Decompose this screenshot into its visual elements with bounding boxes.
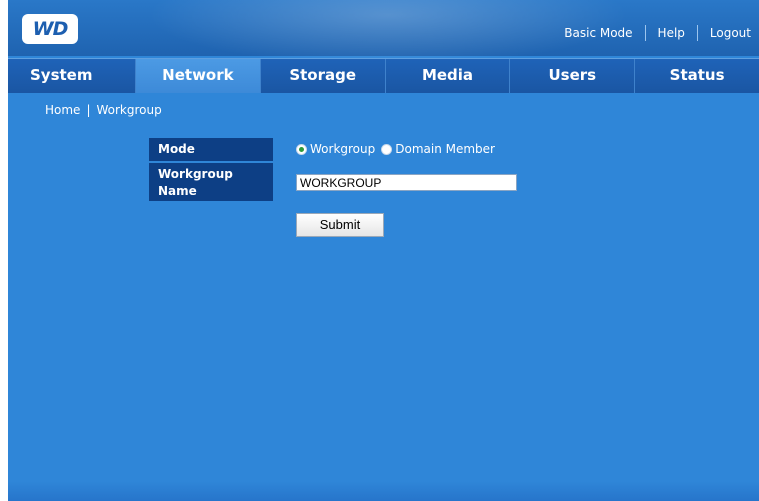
top-links: Basic Mode Help Logout [564, 25, 751, 41]
workgroup-radio-label[interactable]: Workgroup [310, 142, 375, 156]
tab-status[interactable]: Status [635, 59, 759, 93]
tab-storage[interactable]: Storage [261, 59, 386, 93]
breadcrumb-separator: | [86, 103, 91, 117]
basic-mode-link[interactable]: Basic Mode [564, 26, 632, 40]
header-bar: WD Basic Mode Help Logout [8, 0, 759, 70]
workgroup-name-label-line1: Workgroup [158, 167, 233, 181]
top-link-divider [644, 25, 646, 41]
mode-label: Mode [149, 138, 273, 161]
help-link[interactable]: Help [658, 26, 685, 40]
logout-link[interactable]: Logout [710, 26, 751, 40]
wd-logo-text: WD [32, 18, 69, 40]
domain-member-radio-label[interactable]: Domain Member [395, 142, 495, 156]
breadcrumb-current: Workgroup [96, 103, 162, 117]
main-nav: System Network Storage Media Users Statu… [8, 58, 759, 93]
top-link-divider [696, 25, 698, 41]
tab-system[interactable]: System [8, 59, 136, 93]
workgroup-name-label-line2: Name [158, 184, 197, 198]
wd-logo[interactable]: WD [22, 14, 78, 44]
breadcrumb: Home | Workgroup [45, 103, 162, 117]
mode-radio-group: Workgroup Domain Member [296, 142, 501, 156]
bottom-shade [8, 481, 759, 501]
workgroup-name-input[interactable] [296, 174, 517, 191]
tab-media[interactable]: Media [386, 59, 511, 93]
tab-network[interactable]: Network [136, 59, 261, 93]
breadcrumb-home-link[interactable]: Home [45, 103, 80, 117]
workgroup-radio[interactable] [296, 143, 307, 155]
domain-member-radio[interactable] [381, 143, 393, 155]
app-frame: WD Basic Mode Help Logout System Network… [8, 0, 759, 501]
tab-users[interactable]: Users [510, 59, 636, 93]
radio-selected-dot [299, 146, 304, 152]
workgroup-name-label: Workgroup Name [149, 163, 273, 201]
submit-button[interactable]: Submit [296, 213, 384, 237]
